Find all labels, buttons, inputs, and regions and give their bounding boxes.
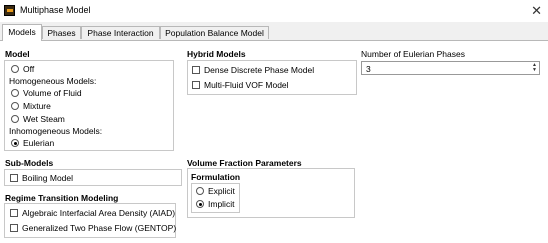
- tab-bar: Models Phases Phase Interaction Populati…: [0, 24, 548, 41]
- wet-steam-radio[interactable]: [11, 115, 19, 123]
- tab-models[interactable]: Models: [2, 24, 42, 41]
- spinner-arrows-icon[interactable]: ▲ ▼: [532, 63, 537, 73]
- aiad-checkbox[interactable]: [10, 209, 18, 217]
- dense-dpm-checkbox[interactable]: [192, 66, 200, 74]
- formulation-heading: Formulation: [191, 172, 241, 182]
- boiling-model-label: Boiling Model: [22, 173, 74, 183]
- explicit-radio[interactable]: [196, 187, 204, 195]
- implicit-label: Implicit: [208, 199, 235, 209]
- eulerian-radio[interactable]: [11, 139, 19, 147]
- title-bar: Multiphase Model ✕: [0, 0, 548, 22]
- sub-models-heading: Sub-Models: [5, 158, 54, 168]
- dense-dpm-label: Dense Discrete Phase Model: [204, 65, 315, 75]
- mixture-radio[interactable]: [11, 102, 19, 110]
- regime-transition-heading: Regime Transition Modeling: [5, 193, 119, 203]
- hybrid-models-heading: Hybrid Models: [187, 49, 246, 59]
- mixture-label: Mixture: [23, 101, 51, 111]
- wet-steam-label: Wet Steam: [23, 114, 65, 124]
- explicit-label: Explicit: [208, 186, 235, 196]
- eulerian-phases-spinner[interactable]: 3 ▲ ▼: [361, 61, 540, 75]
- models-panel: Model Off Homogeneous Models: Volume of …: [0, 41, 548, 243]
- eulerian-phases-value: 3: [366, 64, 371, 74]
- gentop-label: Generalized Two Phase Flow (GENTOP): [22, 223, 177, 233]
- vfp-heading: Volume Fraction Parameters: [187, 158, 302, 168]
- multi-fluid-vof-label: Multi-Fluid VOF Model: [204, 80, 289, 90]
- multi-fluid-vof-checkbox[interactable]: [192, 81, 200, 89]
- tab-population-balance-model[interactable]: Population Balance Model: [160, 26, 269, 39]
- aiad-label: Algebraic Interfacial Area Density (AIAD…: [22, 208, 176, 218]
- tab-phases[interactable]: Phases: [42, 26, 81, 39]
- boiling-model-checkbox[interactable]: [10, 174, 18, 182]
- app-icon: [4, 5, 15, 16]
- model-heading: Model: [5, 49, 30, 59]
- off-label: Off: [23, 64, 35, 74]
- eulerian-phases-label: Number of Eulerian Phases: [361, 49, 465, 59]
- volume-of-fluid-label: Volume of Fluid: [23, 88, 82, 98]
- homogeneous-models-label: Homogeneous Models:: [9, 76, 97, 86]
- tab-phase-interaction[interactable]: Phase Interaction: [81, 26, 160, 39]
- implicit-radio[interactable]: [196, 200, 204, 208]
- volume-of-fluid-radio[interactable]: [11, 89, 19, 97]
- inhomogeneous-models-label: Inhomogeneous Models:: [9, 126, 103, 136]
- gentop-checkbox[interactable]: [10, 224, 18, 232]
- close-icon[interactable]: ✕: [531, 3, 542, 19]
- off-radio[interactable]: [11, 65, 19, 73]
- eulerian-label: Eulerian: [23, 138, 55, 148]
- window-title: Multiphase Model: [20, 5, 91, 15]
